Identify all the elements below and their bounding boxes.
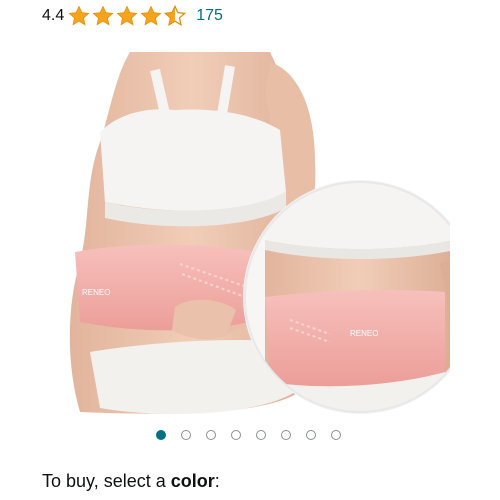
carousel-dot-5[interactable] xyxy=(256,430,266,440)
star-icon xyxy=(140,5,162,26)
star-rating[interactable] xyxy=(68,5,188,27)
brand-label: RENEO xyxy=(82,288,110,297)
carousel-dot-2[interactable] xyxy=(181,430,191,440)
buy-prompt-emphasis: color xyxy=(170,471,215,491)
rating-value: 4.4 xyxy=(42,7,65,24)
star-icon xyxy=(92,5,114,26)
review-count-link[interactable]: 175 xyxy=(196,7,223,25)
carousel-dot-7[interactable] xyxy=(306,430,316,440)
carousel-dot-3[interactable] xyxy=(206,430,216,440)
product-image-gallery[interactable]: RENEO RENEO xyxy=(0,40,500,420)
buy-prompt: To buy, select a color: xyxy=(42,471,220,492)
rating-row[interactable]: 4.4 175 xyxy=(42,4,223,28)
carousel-dot-8[interactable] xyxy=(331,430,341,440)
carousel-dot-4[interactable] xyxy=(231,430,241,440)
buy-prompt-prefix: To buy, select a xyxy=(42,471,171,491)
half-star-icon xyxy=(164,5,187,26)
image-carousel-dots[interactable] xyxy=(0,428,500,444)
buy-prompt-suffix: : xyxy=(214,471,220,491)
carousel-dot-6[interactable] xyxy=(281,430,291,440)
brand-label: RENEO xyxy=(350,329,378,338)
carousel-dot-1[interactable] xyxy=(156,430,166,440)
star-icon xyxy=(116,5,138,26)
product-image[interactable]: RENEO RENEO xyxy=(60,52,450,422)
star-icon xyxy=(68,5,90,26)
